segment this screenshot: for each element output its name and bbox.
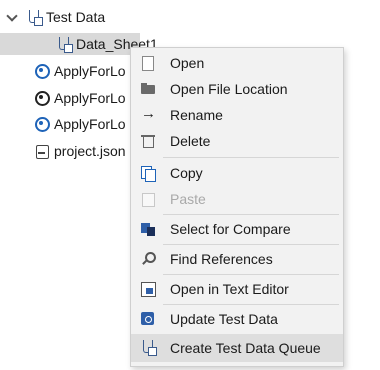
trash-icon — [140, 133, 156, 149]
tree-item-label: ApplyForLo — [54, 116, 126, 132]
tree-item-data-sheet[interactable]: Data_Sheet1 — [0, 33, 158, 55]
find-references-icon — [140, 251, 156, 267]
json-file-icon — [34, 143, 50, 159]
tree-item-label: ApplyForLo — [54, 63, 126, 79]
menu-item-label: Create Test Data Queue — [170, 340, 321, 356]
menu-item-find-references[interactable]: Find References — [131, 246, 343, 272]
menu-item-copy[interactable]: Copy — [131, 160, 343, 186]
update-test-data-icon — [140, 311, 156, 327]
tree-item-applyforlo-2[interactable]: ApplyForLo — [34, 87, 126, 109]
menu-separator — [163, 214, 339, 215]
tree-item-label: project.json — [54, 143, 126, 159]
data-sheet-flask-icon — [56, 36, 73, 53]
menu-separator — [163, 244, 339, 245]
rename-arrow-icon — [140, 105, 156, 123]
tree-item-label: ApplyForLo — [54, 90, 126, 106]
folder-icon — [140, 81, 156, 97]
action-circle-blue-icon — [34, 116, 50, 132]
compare-icon — [140, 221, 156, 237]
menu-item-open[interactable]: Open — [131, 50, 343, 76]
menu-item-label: Rename — [170, 107, 223, 123]
menu-item-label: Delete — [170, 133, 211, 149]
menu-item-label: Paste — [170, 191, 206, 207]
text-editor-icon — [140, 281, 156, 297]
tree-item-applyforlo-1[interactable]: ApplyForLo — [34, 60, 126, 82]
menu-item-select-for-compare[interactable]: Select for Compare — [131, 216, 343, 242]
menu-separator — [163, 157, 339, 158]
menu-item-label: Select for Compare — [170, 221, 291, 237]
menu-item-label: Update Test Data — [170, 311, 278, 327]
action-circle-blue-icon — [34, 63, 50, 79]
menu-separator — [163, 274, 339, 275]
menu-item-label: Open in Text Editor — [170, 281, 289, 297]
menu-item-label: Find References — [170, 251, 273, 267]
menu-item-create-test-data-queue[interactable]: Create Test Data Queue — [131, 334, 343, 362]
menu-item-delete[interactable]: Delete — [131, 128, 343, 154]
menu-item-label: Open File Location — [170, 81, 288, 97]
menu-item-label: Open — [170, 55, 205, 71]
menu-item-open-file-location[interactable]: Open File Location — [131, 76, 343, 102]
menu-item-update-test-data[interactable]: Update Test Data — [131, 306, 343, 332]
test-data-queue-icon — [140, 339, 157, 356]
chevron-down-icon[interactable] — [6, 11, 18, 23]
menu-item-label: Copy — [170, 165, 203, 181]
menu-separator — [163, 304, 339, 305]
tree-root-label: Test Data — [46, 9, 106, 25]
action-circle-black-icon — [34, 90, 50, 106]
open-icon — [140, 55, 156, 71]
menu-item-open-in-text-editor[interactable]: Open in Text Editor — [131, 276, 343, 302]
menu-item-paste: Paste — [131, 186, 343, 212]
tree-root-test-data[interactable]: Test Data — [6, 6, 105, 28]
tree-item-project-json[interactable]: project.json — [34, 140, 126, 162]
tree-item-applyforlo-3[interactable]: ApplyForLo — [34, 113, 126, 135]
copy-icon — [140, 165, 156, 182]
context-menu: Open Open File Location Rename Delete Co… — [130, 47, 344, 367]
test-data-flask-icon — [26, 9, 43, 26]
menu-item-rename[interactable]: Rename — [131, 102, 343, 128]
paste-icon — [140, 191, 156, 207]
